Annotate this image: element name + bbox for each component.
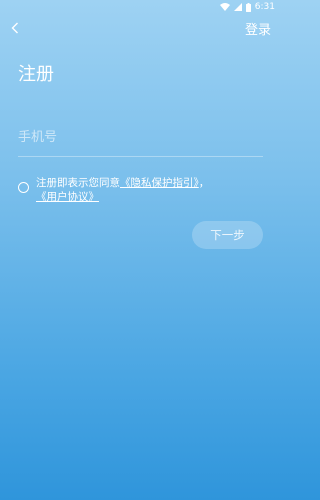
agreement-separator: ， xyxy=(198,177,210,189)
back-button[interactable] xyxy=(6,18,24,38)
top-bar: 登录 xyxy=(0,16,281,40)
battery-icon xyxy=(245,2,251,12)
next-button[interactable]: 下一步 xyxy=(192,221,263,249)
status-time: 6:31 xyxy=(254,2,275,12)
chevron-left-icon xyxy=(11,19,19,38)
login-link[interactable]: 登录 xyxy=(245,19,271,38)
status-bar: 6:31 xyxy=(0,0,281,14)
phone-field xyxy=(18,118,263,157)
privacy-policy-link[interactable]: 《隐私保护指引》 xyxy=(120,177,199,189)
wifi-icon xyxy=(219,3,230,11)
agreement-radio[interactable] xyxy=(18,182,29,193)
page-title: 注册 xyxy=(18,64,54,85)
phone-input[interactable] xyxy=(18,118,263,156)
agreement-text: 注册即表示您同意《隐私保护指引》， 《用户协议》 xyxy=(36,176,266,204)
agreement-prefix: 注册即表示您同意 xyxy=(36,177,120,189)
signal-icon xyxy=(233,3,242,11)
user-agreement-link[interactable]: 《用户协议》 xyxy=(36,191,99,203)
